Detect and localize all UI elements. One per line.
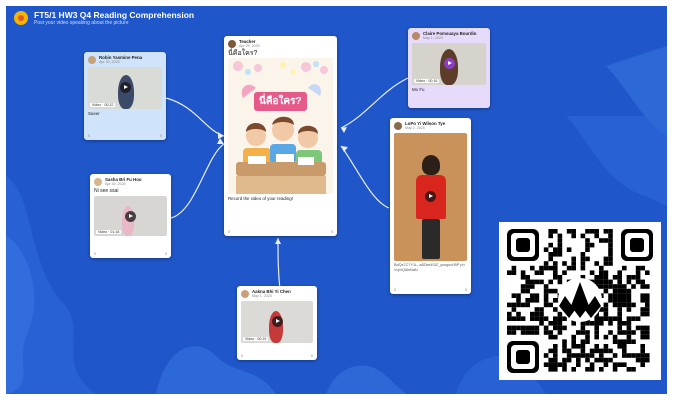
comment-count[interactable]: 0 <box>160 134 162 138</box>
post-card[interactable]: LoPo Yi Wilson Tye May 2, 2025 BdQs7C7Y1… <box>390 118 471 294</box>
like-count[interactable]: 0 <box>88 134 90 138</box>
video-duration-tag: Video · 00:16 <box>414 78 440 83</box>
post-caption: Ni see ssai <box>94 187 119 194</box>
post-caption: Record the video of your reading! <box>228 196 293 201</box>
like-count[interactable]: 0 <box>394 288 396 292</box>
post-date: Apr 30, 2025 <box>99 60 120 64</box>
post-card[interactable]: Robin Yasmine Pena Apr 30, 2025 Video · … <box>84 52 166 140</box>
video-duration-tag: Video · 00:19 <box>243 336 269 341</box>
comment-count[interactable]: 0 <box>311 354 313 358</box>
avatar <box>228 39 236 48</box>
qr-code-image <box>499 222 661 380</box>
post-date: May 1, 2025 <box>252 294 272 298</box>
video-duration-tag: Video · 01:18 <box>96 230 122 234</box>
like-count[interactable]: 0 <box>94 252 96 256</box>
post-card[interactable]: Claire Pomsuaya Bourdin May 1, 2025 Vide… <box>408 28 490 108</box>
avatar <box>394 121 402 130</box>
student-head <box>422 154 440 175</box>
video-thumbnail[interactable]: Video · 00:16 <box>412 42 486 85</box>
board-header: FT5/1 HW3 Q4 Reading Comprehension Post … <box>14 10 194 27</box>
post-caption: Sueer <box>88 110 100 116</box>
board-title: FT5/1 HW3 Q4 Reading Comprehension <box>34 10 195 20</box>
post-heading: นี่คือใคร? <box>228 49 258 57</box>
post-card-teacher[interactable]: Teacher Apr 29, 2025 นี่คือใคร? นี่คือใค… <box>224 36 337 236</box>
play-icon[interactable] <box>271 316 283 327</box>
board-subtitle: Post your video speaking about the pictu… <box>34 20 129 26</box>
post-footer: 0 0 <box>241 354 313 358</box>
post-caption: Mo Fu <box>412 86 425 92</box>
like-count[interactable]: 0 <box>228 230 230 234</box>
post-footer: 0 0 <box>228 230 333 234</box>
post-date: Apr 30, 2025 <box>105 182 126 186</box>
post-footer: 0 0 <box>94 252 167 256</box>
image-question-text: นี่คือใคร? <box>254 92 307 111</box>
like-count[interactable]: 0 <box>241 354 243 358</box>
board-logo-icon <box>14 11 28 25</box>
video-thumbnail[interactable]: Video · 00:19 <box>241 300 313 343</box>
post-card[interactable]: Aakna Bhi Yi Chen May 1, 2025 Video · 00… <box>237 286 317 360</box>
post-image[interactable]: นี่คือใคร? <box>228 58 333 194</box>
illustration-children-reading <box>228 58 333 194</box>
post-date: May 2, 2025 <box>405 126 425 130</box>
video-thumbnail[interactable]: Video · 00:32 <box>88 66 162 109</box>
post-card[interactable]: Sasha Bri Fu Hou Apr 30, 2025 Ni see ssa… <box>90 174 171 258</box>
play-icon[interactable] <box>425 191 436 202</box>
comment-count[interactable]: 0 <box>465 288 467 292</box>
video-thumbnail[interactable]: Video · 01:18 <box>94 196 167 236</box>
post-footer: 0 0 <box>88 134 162 138</box>
comment-count[interactable]: 0 <box>331 230 333 234</box>
comment-count[interactable]: 0 <box>165 252 167 256</box>
video-thumbnail[interactable] <box>394 132 467 261</box>
post-footer: 0 0 <box>394 288 467 292</box>
avatar <box>88 55 96 64</box>
avatar <box>94 177 102 186</box>
post-date: Apr 29, 2025 <box>239 44 260 48</box>
student-legs <box>422 218 440 259</box>
post-caption: BdQs7C7Y1L..a8Zbe4SIZ_ycsqocH5P phVq4rQl… <box>394 262 465 273</box>
avatar <box>412 31 420 40</box>
qr-code[interactable] <box>499 222 661 380</box>
post-date: May 1, 2025 <box>423 36 443 40</box>
play-icon[interactable] <box>443 58 455 69</box>
play-icon[interactable] <box>125 210 136 222</box>
video-duration-tag: Video · 00:32 <box>90 102 116 107</box>
play-icon[interactable] <box>119 82 131 93</box>
avatar <box>241 289 249 298</box>
